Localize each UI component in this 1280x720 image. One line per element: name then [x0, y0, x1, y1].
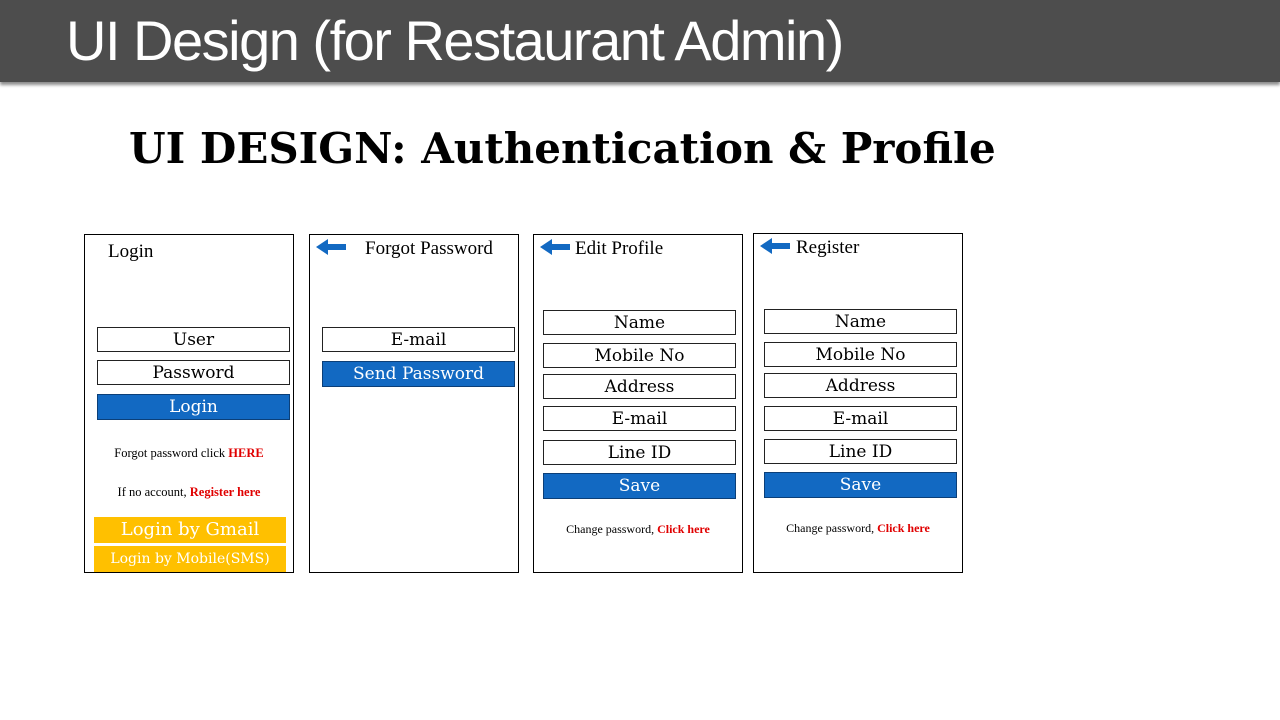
address-field[interactable]: Address — [764, 373, 957, 398]
arrow-left-icon[interactable] — [540, 239, 570, 255]
address-field[interactable]: Address — [543, 374, 736, 399]
screen-title-forgot: Forgot Password — [365, 238, 493, 259]
register-screen: Register Name Mobile No Address E-mail L… — [753, 233, 963, 573]
screen-title-register: Register — [796, 237, 860, 258]
forgot-password-note: Forgot password click HERE — [85, 446, 293, 461]
forgot-password-text: Forgot password click — [114, 446, 229, 460]
login-mobile-button[interactable]: Login by Mobile(SMS) — [94, 546, 286, 572]
change-password-note: Change password, Click here — [754, 521, 962, 536]
save-button[interactable]: Save — [764, 472, 957, 498]
change-password-note: Change password, Click here — [534, 522, 742, 537]
change-password-text: Change password, — [786, 521, 878, 535]
mobile-field[interactable]: Mobile No — [543, 343, 736, 368]
line-id-field[interactable]: Line ID — [543, 440, 736, 465]
password-field[interactable]: Password — [97, 360, 290, 385]
arrow-left-icon[interactable] — [316, 239, 346, 255]
email-field[interactable]: E-mail — [764, 406, 957, 431]
screen-title-login: Login — [108, 241, 154, 262]
change-password-link[interactable]: Click here — [877, 521, 930, 535]
line-id-field[interactable]: Line ID — [764, 439, 957, 464]
register-note: If no account, Register here — [85, 485, 293, 500]
edit-profile-screen: Edit Profile Name Mobile No Address E-ma… — [533, 234, 743, 573]
forgot-password-link[interactable]: HERE — [228, 446, 263, 460]
forgot-password-screen: Forgot Password E-mail Send Password — [309, 234, 519, 573]
name-field[interactable]: Name — [764, 309, 957, 334]
save-button[interactable]: Save — [543, 473, 736, 499]
login-gmail-button[interactable]: Login by Gmail — [94, 517, 286, 543]
name-field[interactable]: Name — [543, 310, 736, 335]
change-password-text: Change password, — [566, 522, 658, 536]
login-button[interactable]: Login — [97, 394, 290, 420]
register-link[interactable]: Register here — [190, 485, 261, 499]
section-title: UI DESIGN: Authentication & Profile — [129, 124, 996, 173]
arrow-left-icon[interactable] — [760, 238, 790, 254]
register-text: If no account, — [117, 485, 190, 499]
email-field[interactable]: E-mail — [322, 327, 515, 352]
title-bar: UI Design (for Restaurant Admin) — [0, 0, 1280, 82]
screen-title-edit-profile: Edit Profile — [575, 238, 664, 259]
login-screen: Login User Password Login Forgot passwor… — [84, 234, 294, 573]
user-field[interactable]: User — [97, 327, 290, 352]
change-password-link[interactable]: Click here — [657, 522, 710, 536]
mobile-field[interactable]: Mobile No — [764, 342, 957, 367]
email-field[interactable]: E-mail — [543, 406, 736, 431]
send-password-button[interactable]: Send Password — [322, 361, 515, 387]
page-title: UI Design (for Restaurant Admin) — [66, 9, 844, 72]
